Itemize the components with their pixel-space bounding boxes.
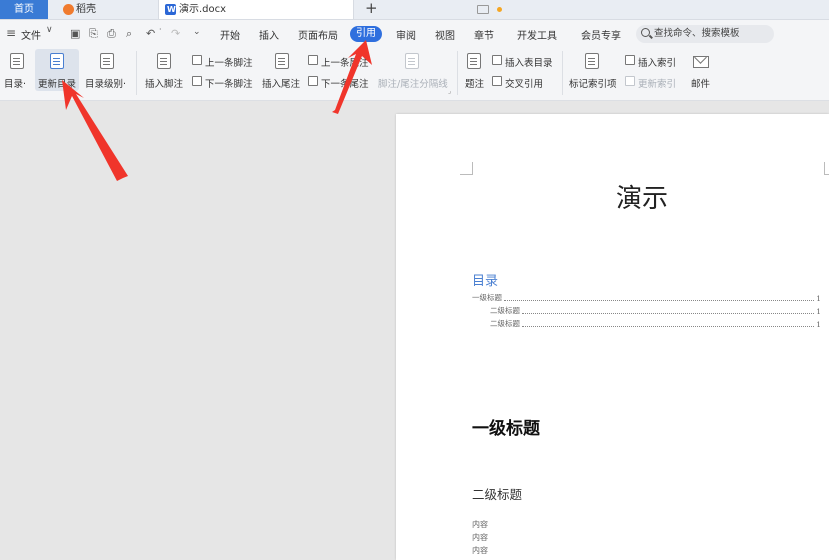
toc-leader-dots bbox=[522, 326, 815, 327]
insert-endnote-icon[interactable] bbox=[275, 53, 289, 69]
toc-entry-text: 二级标题 bbox=[490, 319, 520, 328]
cross-reference-button[interactable]: 交叉引用 bbox=[505, 76, 543, 90]
margin-corner-mark bbox=[460, 162, 473, 175]
hamburger-menu-icon[interactable]: ≡ bbox=[6, 26, 16, 40]
next-footnote-button[interactable]: 下一条脚注 bbox=[205, 76, 253, 90]
update-index-button[interactable]: 更新索引 bbox=[638, 76, 676, 90]
prev-endnote-button[interactable]: 上一条尾注 bbox=[321, 55, 369, 69]
insert-footnote-icon[interactable] bbox=[157, 53, 171, 69]
toc-entry-page: 1 bbox=[816, 320, 821, 329]
margin-corner-mark bbox=[824, 162, 829, 175]
search-placeholder: 查找命令、搜索模板 bbox=[654, 28, 740, 39]
redo-icon[interactable]: ↷ bbox=[171, 27, 180, 40]
menu-start[interactable]: 开始 bbox=[220, 27, 240, 42]
save-icon[interactable]: ▣ bbox=[70, 27, 80, 40]
tab-home[interactable]: 首页 bbox=[0, 0, 48, 19]
footnote-separator-button[interactable]: 脚注/尾注分隔线 bbox=[378, 76, 448, 90]
next-footnote-icon[interactable] bbox=[192, 76, 202, 86]
mark-index-entry-icon[interactable] bbox=[585, 53, 599, 69]
menu-developer[interactable]: 开发工具 bbox=[517, 27, 557, 42]
tab-daoke[interactable]: 稻壳 bbox=[58, 0, 150, 19]
toc-icon[interactable] bbox=[10, 53, 24, 69]
heading-level-2: 二级标题 bbox=[472, 487, 523, 502]
toc-button[interactable]: 目录· bbox=[4, 76, 26, 90]
file-menu[interactable]: 文件 bbox=[21, 27, 41, 42]
toc-entry[interactable]: 二级标题 1 bbox=[490, 318, 821, 329]
tab-document-label: 演示.docx bbox=[179, 4, 227, 15]
insert-endnote-button[interactable]: 插入尾注 bbox=[262, 76, 300, 90]
tab-daoke-label: 稻壳 bbox=[76, 4, 96, 15]
next-endnote-button[interactable]: 下一条尾注 bbox=[321, 76, 369, 90]
daoke-icon bbox=[63, 4, 74, 15]
toc-entry[interactable]: 一级标题 1 bbox=[472, 292, 821, 303]
toc-heading: 目录 bbox=[472, 274, 499, 289]
customize-toolbar-icon[interactable]: ⌄ bbox=[193, 27, 201, 37]
menu-references[interactable]: 引用 bbox=[350, 26, 382, 42]
body-text-line: 内容 bbox=[472, 520, 488, 529]
update-toc-icon[interactable] bbox=[50, 53, 64, 69]
toc-entry-text: 一级标题 bbox=[472, 293, 502, 302]
menu-bar: ≡ 文件 ∨ ▣ ⎘ ⎙ ⌕ ↶ · ↷ ⌄ 开始 插入 页面布局 引用 审阅 … bbox=[0, 20, 829, 47]
toc-leader-dots bbox=[522, 313, 815, 314]
document-page[interactable]: 演示 目录 一级标题 1 二级标题 1 二级标题 1 一级标题 二级标题 内容 … bbox=[396, 114, 829, 560]
toc-entry[interactable]: 二级标题 1 bbox=[490, 305, 821, 316]
references-ribbon: 目录· 更新目录 目录级别· 插入脚注 上一条脚注 下一条脚注 插入尾注 上一条… bbox=[0, 47, 829, 101]
mail-icon[interactable] bbox=[693, 56, 709, 68]
menu-chapter[interactable]: 章节 bbox=[474, 27, 494, 42]
toc-entry-text: 二级标题 bbox=[490, 306, 520, 315]
unsaved-dot-icon bbox=[497, 7, 502, 12]
body-text-line: 内容 bbox=[472, 533, 488, 542]
ribbon-divider bbox=[136, 51, 137, 95]
insert-index-icon[interactable] bbox=[625, 55, 635, 65]
toc-leader-dots bbox=[504, 300, 815, 301]
mail-button[interactable]: 邮件 bbox=[691, 76, 710, 90]
search-icon bbox=[641, 28, 650, 37]
insert-footnote-button[interactable]: 插入脚注 bbox=[145, 76, 183, 90]
prev-footnote-icon[interactable] bbox=[192, 55, 202, 65]
separator-icon[interactable] bbox=[405, 53, 419, 69]
toc-entry-page: 1 bbox=[816, 294, 821, 303]
print-preview-icon[interactable]: ⌕ bbox=[126, 27, 132, 41]
ribbon-divider bbox=[457, 51, 458, 95]
menu-member[interactable]: 会员专享 bbox=[581, 27, 621, 42]
new-tab-button[interactable]: + bbox=[365, 0, 378, 17]
tab-document[interactable]: 演示.docx bbox=[158, 0, 502, 19]
toc-level-button[interactable]: 目录级别· bbox=[85, 76, 126, 90]
menu-insert[interactable]: 插入 bbox=[259, 27, 279, 42]
insert-index-button[interactable]: 插入索引 bbox=[638, 55, 676, 69]
command-search-input[interactable]: 查找命令、搜索模板 bbox=[636, 25, 774, 43]
word-doc-icon bbox=[165, 0, 176, 19]
update-index-icon[interactable] bbox=[625, 76, 635, 86]
insert-figures-table-icon[interactable] bbox=[492, 55, 502, 65]
title-tab-bar: 首页 稻壳 演示.docx + bbox=[0, 0, 829, 20]
undo-icon[interactable]: ↶ bbox=[146, 27, 155, 40]
undo-dropdown-icon[interactable]: · bbox=[159, 25, 162, 34]
body-text-line: 内容 bbox=[472, 546, 488, 555]
document-title: 演示 bbox=[616, 184, 669, 214]
heading-level-1: 一级标题 bbox=[472, 419, 540, 439]
mark-index-entry-button[interactable]: 标记索引项 bbox=[569, 76, 617, 90]
dialog-launcher-icon[interactable]: ⌟ bbox=[448, 87, 451, 95]
insert-table-of-figures-button[interactable]: 插入表目录 bbox=[505, 55, 553, 69]
print-icon[interactable]: ⎙ bbox=[107, 27, 116, 41]
cross-reference-icon[interactable] bbox=[492, 76, 502, 86]
menu-review[interactable]: 审阅 bbox=[396, 27, 416, 42]
ribbon-divider bbox=[562, 51, 563, 95]
menu-view[interactable]: 视图 bbox=[435, 27, 455, 42]
menu-page-layout[interactable]: 页面布局 bbox=[298, 27, 338, 42]
update-toc-button[interactable]: 更新目录 bbox=[38, 76, 76, 90]
toc-entry-page: 1 bbox=[816, 307, 821, 316]
file-chevron-down-icon[interactable]: ∨ bbox=[46, 25, 53, 35]
monitor-icon[interactable] bbox=[477, 5, 489, 14]
export-pdf-icon[interactable]: ⎘ bbox=[89, 27, 98, 41]
toc-level-icon[interactable] bbox=[100, 53, 114, 69]
prev-endnote-icon[interactable] bbox=[308, 55, 318, 65]
prev-footnote-button[interactable]: 上一条脚注 bbox=[205, 55, 253, 69]
next-endnote-icon[interactable] bbox=[308, 76, 318, 86]
caption-button[interactable]: 题注 bbox=[465, 76, 484, 90]
document-workspace: 演示 目录 一级标题 1 二级标题 1 二级标题 1 一级标题 二级标题 内容 … bbox=[0, 101, 829, 560]
caption-icon[interactable] bbox=[467, 53, 481, 69]
